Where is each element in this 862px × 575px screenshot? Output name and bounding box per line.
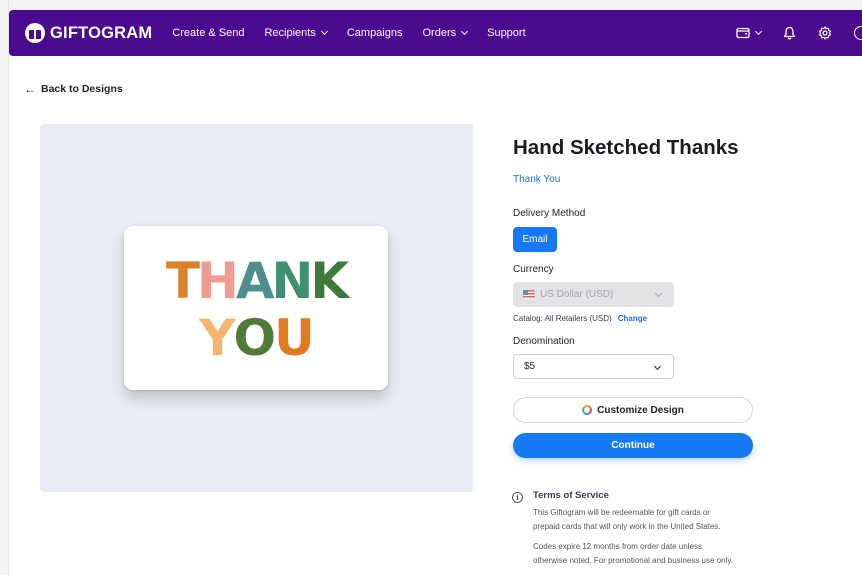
nav-item-label: Support bbox=[487, 27, 526, 39]
delivery-method-label: Delivery Method bbox=[513, 208, 586, 219]
chevron-down-icon bbox=[653, 362, 662, 371]
delivery-email-button[interactable]: Email bbox=[513, 227, 557, 252]
denomination-value: $5 bbox=[524, 361, 536, 372]
avatar[interactable] bbox=[854, 26, 862, 40]
notifications-button[interactable] bbox=[783, 26, 796, 40]
top-nav-bar: GIFTOGRAM Create & Send Recipients Campa… bbox=[9, 10, 862, 56]
wallet-menu-button[interactable] bbox=[736, 27, 763, 39]
nav-item-support[interactable]: Support bbox=[487, 27, 526, 39]
card-letter: K bbox=[310, 252, 349, 310]
card-letter: T bbox=[165, 252, 200, 310]
terms-line: Codes expire 12 months from order date u… bbox=[533, 542, 702, 551]
card-letter: Y bbox=[199, 309, 235, 367]
denomination-label: Denomination bbox=[513, 336, 575, 347]
nav-item-recipients[interactable]: Recipients bbox=[264, 27, 328, 39]
terms-title: Terms of Service bbox=[533, 490, 609, 501]
nav-item-label: Recipients bbox=[264, 27, 316, 39]
nav-item-campaigns[interactable]: Campaigns bbox=[347, 27, 403, 39]
continue-button[interactable]: Continue bbox=[513, 433, 753, 458]
currency-label: Currency bbox=[513, 264, 554, 275]
info-icon: i bbox=[512, 492, 523, 503]
nav-menu: Create & Send Recipients Campaigns Order… bbox=[172, 27, 545, 39]
currency-value: US Dollar (USD) bbox=[540, 289, 614, 300]
wallet-icon bbox=[736, 27, 750, 39]
change-catalog-link[interactable]: Change bbox=[618, 314, 647, 323]
us-flag-icon bbox=[523, 290, 535, 299]
terms-line: This Giftogram will be redeemable for gi… bbox=[533, 508, 710, 517]
chevron-down-icon bbox=[754, 27, 763, 36]
gift-logo-icon bbox=[25, 23, 45, 43]
page-title: Hand Sketched Thanks bbox=[513, 136, 739, 159]
nav-actions bbox=[736, 10, 862, 56]
customize-label: Customize Design bbox=[597, 404, 684, 416]
gear-icon bbox=[819, 26, 831, 40]
card-letter: U bbox=[274, 309, 315, 367]
card-letter: A bbox=[235, 252, 275, 310]
window-left-border bbox=[0, 0, 9, 575]
chevron-down-icon bbox=[461, 27, 469, 36]
card-line-2: YOU bbox=[124, 309, 388, 367]
catalog-info: Catalog: All Retailers (USD) Change bbox=[513, 314, 647, 323]
gift-card-preview: THANK YOU bbox=[124, 226, 388, 390]
back-to-designs-link[interactable]: ← Back to Designs bbox=[24, 82, 123, 96]
card-letter: H bbox=[196, 252, 239, 310]
chevron-down-icon bbox=[654, 289, 663, 298]
settings-button[interactable] bbox=[818, 26, 832, 40]
card-line-1: THANK bbox=[124, 252, 388, 310]
customize-design-button[interactable]: Customize Design bbox=[513, 397, 753, 423]
category-link[interactable]: Thank You bbox=[513, 174, 560, 185]
card-letter: N bbox=[271, 252, 314, 310]
nav-item-label: Create & Send bbox=[172, 27, 245, 39]
bell-icon bbox=[783, 26, 796, 40]
nav-item-orders[interactable]: Orders bbox=[422, 27, 469, 39]
chevron-down-icon bbox=[320, 27, 328, 36]
nav-item-label: Campaigns bbox=[346, 27, 403, 39]
terms-line: prepaid cards that will only work in the… bbox=[533, 522, 721, 531]
color-ring-icon bbox=[582, 405, 593, 415]
arrow-left-icon: ← bbox=[24, 82, 36, 96]
denomination-select[interactable]: $5 bbox=[513, 354, 674, 379]
currency-select[interactable]: US Dollar (USD) bbox=[513, 282, 674, 307]
nav-item-label: Orders bbox=[422, 27, 457, 39]
catalog-text: Catalog: All Retailers (USD) bbox=[513, 314, 612, 323]
logo-text: GIFTOGRAM bbox=[50, 23, 153, 42]
window-top-strip bbox=[0, 0, 862, 10]
back-label: Back to Designs bbox=[41, 83, 123, 95]
nav-item-create-send[interactable]: Create & Send bbox=[172, 27, 244, 39]
page: GIFTOGRAM Create & Send Recipients Campa… bbox=[0, 0, 862, 575]
terms-line: otherwise noted. For promotional and bus… bbox=[533, 556, 733, 565]
card-letter: O bbox=[233, 309, 276, 367]
giftogram-logo[interactable]: GIFTOGRAM bbox=[25, 23, 152, 43]
